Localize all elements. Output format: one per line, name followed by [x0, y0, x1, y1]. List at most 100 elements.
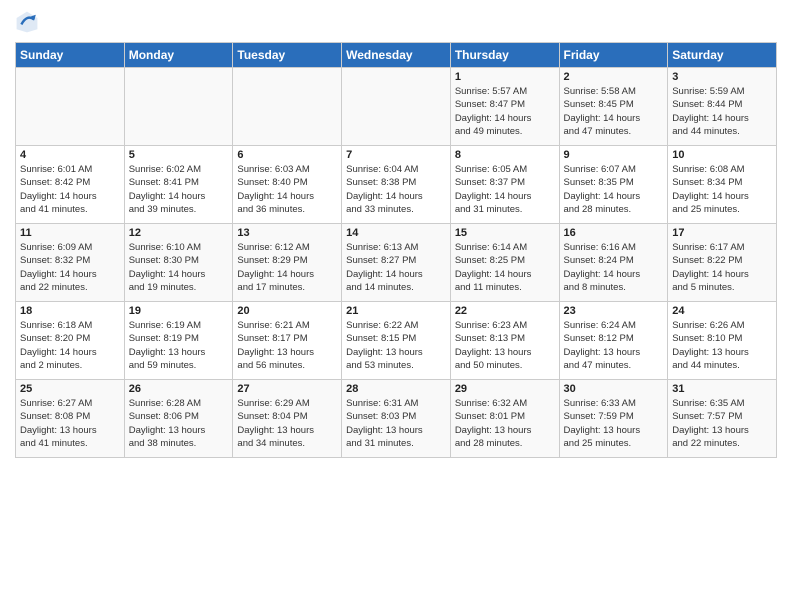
day-number: 25 [20, 383, 120, 395]
day-number: 17 [672, 227, 772, 239]
day-number: 2 [564, 71, 664, 83]
day-number: 8 [455, 149, 555, 161]
calendar-cell: 10 Sunrise: 6:08 AM Sunset: 8:34 PM Dayli… [668, 146, 777, 224]
calendar-table: SundayMondayTuesdayWednesdayThursdayFrid… [15, 42, 777, 458]
day-info: Sunrise: 6:03 AM Sunset: 8:40 PM Dayligh… [237, 163, 337, 216]
day-number: 26 [129, 383, 229, 395]
calendar-cell: 24 Sunrise: 6:26 AM Sunset: 8:10 PM Dayli… [668, 302, 777, 380]
day-number: 1 [455, 71, 555, 83]
calendar-cell: 29 Sunrise: 6:32 AM Sunset: 8:01 PM Dayli… [450, 380, 559, 458]
calendar-week-row: 25 Sunrise: 6:27 AM Sunset: 8:08 PM Dayli… [16, 380, 777, 458]
calendar-cell: 21 Sunrise: 6:22 AM Sunset: 8:15 PM Dayli… [342, 302, 451, 380]
day-info: Sunrise: 6:16 AM Sunset: 8:24 PM Dayligh… [564, 241, 664, 294]
day-number: 4 [20, 149, 120, 161]
day-info: Sunrise: 6:26 AM Sunset: 8:10 PM Dayligh… [672, 319, 772, 372]
day-info: Sunrise: 6:12 AM Sunset: 8:29 PM Dayligh… [237, 241, 337, 294]
day-number: 24 [672, 305, 772, 317]
day-info: Sunrise: 6:13 AM Sunset: 8:27 PM Dayligh… [346, 241, 446, 294]
day-number: 29 [455, 383, 555, 395]
day-number: 30 [564, 383, 664, 395]
calendar-cell [16, 68, 125, 146]
day-info: Sunrise: 6:33 AM Sunset: 7:59 PM Dayligh… [564, 397, 664, 450]
day-number: 9 [564, 149, 664, 161]
calendar-cell [124, 68, 233, 146]
calendar-cell: 15 Sunrise: 6:14 AM Sunset: 8:25 PM Dayli… [450, 224, 559, 302]
day-header-monday: Monday [124, 43, 233, 68]
day-info: Sunrise: 5:58 AM Sunset: 8:45 PM Dayligh… [564, 85, 664, 138]
day-number: 10 [672, 149, 772, 161]
day-info: Sunrise: 6:05 AM Sunset: 8:37 PM Dayligh… [455, 163, 555, 216]
day-info: Sunrise: 6:04 AM Sunset: 8:38 PM Dayligh… [346, 163, 446, 216]
day-number: 13 [237, 227, 337, 239]
calendar-week-row: 1Sunrise: 5:57 AM Sunset: 8:47 PM Daylig… [16, 68, 777, 146]
day-info: Sunrise: 6:02 AM Sunset: 8:41 PM Dayligh… [129, 163, 229, 216]
calendar-cell: 7 Sunrise: 6:04 AM Sunset: 8:38 PM Daylig… [342, 146, 451, 224]
day-info: Sunrise: 6:21 AM Sunset: 8:17 PM Dayligh… [237, 319, 337, 372]
main-container: SundayMondayTuesdayWednesdayThursdayFrid… [0, 0, 792, 468]
day-info: Sunrise: 6:32 AM Sunset: 8:01 PM Dayligh… [455, 397, 555, 450]
calendar-week-row: 11 Sunrise: 6:09 AM Sunset: 8:32 PM Dayli… [16, 224, 777, 302]
header [15, 10, 777, 34]
day-number: 20 [237, 305, 337, 317]
day-header-thursday: Thursday [450, 43, 559, 68]
day-info: Sunrise: 6:01 AM Sunset: 8:42 PM Dayligh… [20, 163, 120, 216]
day-info: Sunrise: 6:22 AM Sunset: 8:15 PM Dayligh… [346, 319, 446, 372]
calendar-cell: 3 Sunrise: 5:59 AM Sunset: 8:44 PM Daylig… [668, 68, 777, 146]
day-number: 7 [346, 149, 446, 161]
day-number: 15 [455, 227, 555, 239]
calendar-cell: 12 Sunrise: 6:10 AM Sunset: 8:30 PM Dayli… [124, 224, 233, 302]
day-header-saturday: Saturday [668, 43, 777, 68]
day-number: 31 [672, 383, 772, 395]
day-number: 21 [346, 305, 446, 317]
calendar-cell: 16 Sunrise: 6:16 AM Sunset: 8:24 PM Dayli… [559, 224, 668, 302]
calendar-cell: 27 Sunrise: 6:29 AM Sunset: 8:04 PM Dayli… [233, 380, 342, 458]
calendar-cell [342, 68, 451, 146]
day-info: Sunrise: 6:08 AM Sunset: 8:34 PM Dayligh… [672, 163, 772, 216]
calendar-cell: 11 Sunrise: 6:09 AM Sunset: 8:32 PM Dayli… [16, 224, 125, 302]
day-info: Sunrise: 6:29 AM Sunset: 8:04 PM Dayligh… [237, 397, 337, 450]
calendar-cell: 14 Sunrise: 6:13 AM Sunset: 8:27 PM Dayli… [342, 224, 451, 302]
calendar-cell: 4 Sunrise: 6:01 AM Sunset: 8:42 PM Daylig… [16, 146, 125, 224]
calendar-cell: 20 Sunrise: 6:21 AM Sunset: 8:17 PM Dayli… [233, 302, 342, 380]
day-info: Sunrise: 6:24 AM Sunset: 8:12 PM Dayligh… [564, 319, 664, 372]
calendar-cell: 6 Sunrise: 6:03 AM Sunset: 8:40 PM Daylig… [233, 146, 342, 224]
day-info: Sunrise: 5:59 AM Sunset: 8:44 PM Dayligh… [672, 85, 772, 138]
day-number: 12 [129, 227, 229, 239]
day-info: Sunrise: 6:07 AM Sunset: 8:35 PM Dayligh… [564, 163, 664, 216]
day-header-wednesday: Wednesday [342, 43, 451, 68]
day-info: Sunrise: 6:10 AM Sunset: 8:30 PM Dayligh… [129, 241, 229, 294]
logo-icon [15, 10, 39, 34]
calendar-cell: 18Sunrise: 6:18 AM Sunset: 8:20 PM Dayli… [16, 302, 125, 380]
calendar-header-row: SundayMondayTuesdayWednesdayThursdayFrid… [16, 43, 777, 68]
day-number: 14 [346, 227, 446, 239]
day-header-sunday: Sunday [16, 43, 125, 68]
calendar-cell: 13 Sunrise: 6:12 AM Sunset: 8:29 PM Dayli… [233, 224, 342, 302]
logo [15, 10, 47, 34]
calendar-cell: 28Sunrise: 6:31 AM Sunset: 8:03 PM Dayli… [342, 380, 451, 458]
day-info: Sunrise: 6:35 AM Sunset: 7:57 PM Dayligh… [672, 397, 772, 450]
day-info: Sunrise: 6:19 AM Sunset: 8:19 PM Dayligh… [129, 319, 229, 372]
calendar-cell: 1Sunrise: 5:57 AM Sunset: 8:47 PM Daylig… [450, 68, 559, 146]
day-number: 16 [564, 227, 664, 239]
day-info: Sunrise: 6:09 AM Sunset: 8:32 PM Dayligh… [20, 241, 120, 294]
day-number: 23 [564, 305, 664, 317]
day-info: Sunrise: 6:27 AM Sunset: 8:08 PM Dayligh… [20, 397, 120, 450]
day-number: 6 [237, 149, 337, 161]
calendar-cell: 23 Sunrise: 6:24 AM Sunset: 8:12 PM Dayli… [559, 302, 668, 380]
calendar-cell: 8 Sunrise: 6:05 AM Sunset: 8:37 PM Daylig… [450, 146, 559, 224]
calendar-cell: 9 Sunrise: 6:07 AM Sunset: 8:35 PM Daylig… [559, 146, 668, 224]
day-info: Sunrise: 6:14 AM Sunset: 8:25 PM Dayligh… [455, 241, 555, 294]
day-number: 22 [455, 305, 555, 317]
calendar-week-row: 4 Sunrise: 6:01 AM Sunset: 8:42 PM Daylig… [16, 146, 777, 224]
day-header-tuesday: Tuesday [233, 43, 342, 68]
day-info: Sunrise: 6:17 AM Sunset: 8:22 PM Dayligh… [672, 241, 772, 294]
day-number: 18 [20, 305, 120, 317]
calendar-cell: 25 Sunrise: 6:27 AM Sunset: 8:08 PM Dayli… [16, 380, 125, 458]
day-info: Sunrise: 6:23 AM Sunset: 8:13 PM Dayligh… [455, 319, 555, 372]
day-number: 11 [20, 227, 120, 239]
calendar-cell: 17 Sunrise: 6:17 AM Sunset: 8:22 PM Dayli… [668, 224, 777, 302]
day-number: 3 [672, 71, 772, 83]
day-number: 28 [346, 383, 446, 395]
day-number: 27 [237, 383, 337, 395]
calendar-cell: 19Sunrise: 6:19 AM Sunset: 8:19 PM Dayli… [124, 302, 233, 380]
